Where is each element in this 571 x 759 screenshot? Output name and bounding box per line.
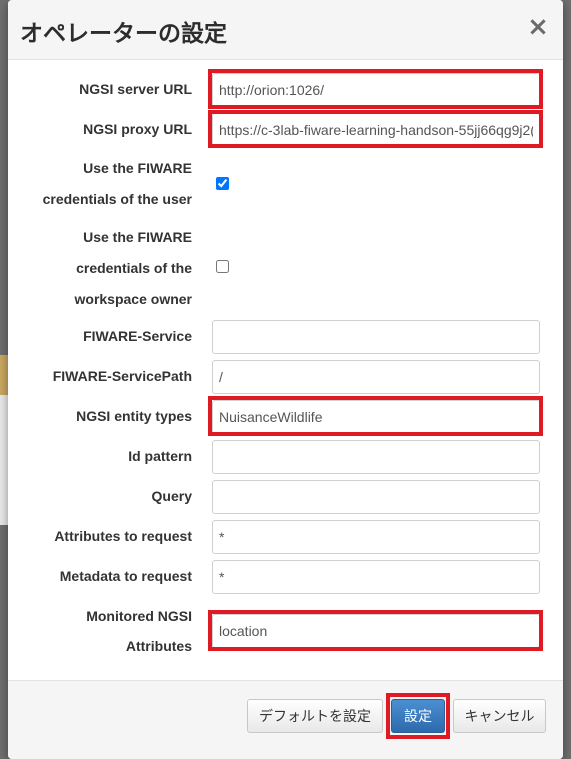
operator-settings-dialog: オペレーターの設定 × NGSI server URL NGSI proxy U… — [8, 0, 563, 759]
id-pattern-input[interactable] — [212, 440, 540, 474]
use-owner-credentials-label-line2: credentials of the — [76, 260, 192, 276]
close-icon[interactable]: × — [527, 14, 549, 40]
query-input[interactable] — [212, 480, 540, 514]
dialog-header: オペレーターの設定 × — [8, 0, 563, 60]
monitored-attributes-label-line2: Attributes — [125, 638, 192, 654]
fiware-service-path-label: FIWARE-ServicePath — [52, 368, 192, 384]
metadata-to-request-label: Metadata to request — [59, 568, 192, 584]
attributes-to-request-input[interactable] — [212, 520, 540, 554]
dialog-footer: デフォルトを設定 設定 キャンセル — [8, 680, 563, 759]
background-page-fragment — [0, 395, 8, 525]
ngsi-server-url-input[interactable] — [212, 73, 540, 107]
monitored-attributes-input[interactable] — [212, 614, 540, 648]
use-user-credentials-label-line1: Use the FIWARE — [83, 160, 192, 176]
ngsi-server-url-label: NGSI server URL — [79, 81, 192, 97]
id-pattern-label: Id pattern — [128, 448, 192, 464]
query-label: Query — [151, 488, 192, 504]
metadata-to-request-input[interactable] — [212, 560, 540, 594]
monitored-attributes-label-line1: Monitored NGSI — [86, 608, 192, 624]
fiware-service-label: FIWARE-Service — [83, 328, 192, 344]
use-owner-credentials-label-line1: Use the FIWARE — [83, 229, 192, 245]
background-page-fragment — [0, 355, 8, 395]
ngsi-proxy-url-label: NGSI proxy URL — [83, 121, 192, 137]
fiware-service-input[interactable] — [212, 320, 540, 354]
fiware-service-path-input[interactable] — [212, 360, 540, 394]
cancel-button[interactable]: キャンセル — [453, 699, 546, 733]
ngsi-entity-types-label: NGSI entity types — [76, 408, 192, 424]
attributes-to-request-label: Attributes to request — [54, 528, 192, 544]
set-defaults-button[interactable]: デフォルトを設定 — [247, 699, 383, 733]
accept-button[interactable]: 設定 — [391, 699, 445, 733]
use-user-credentials-label-line2: credentials of the user — [42, 191, 192, 207]
use-owner-credentials-label-line3: workspace owner — [74, 291, 193, 307]
dialog-body: NGSI server URL NGSI proxy URL Use the F… — [8, 60, 563, 679]
use-owner-credentials-checkbox[interactable] — [216, 260, 229, 273]
dialog-title: オペレーターの設定 — [20, 21, 227, 47]
ngsi-proxy-url-input[interactable] — [212, 113, 540, 147]
use-user-credentials-checkbox[interactable] — [216, 177, 229, 190]
ngsi-entity-types-input[interactable] — [212, 400, 540, 434]
